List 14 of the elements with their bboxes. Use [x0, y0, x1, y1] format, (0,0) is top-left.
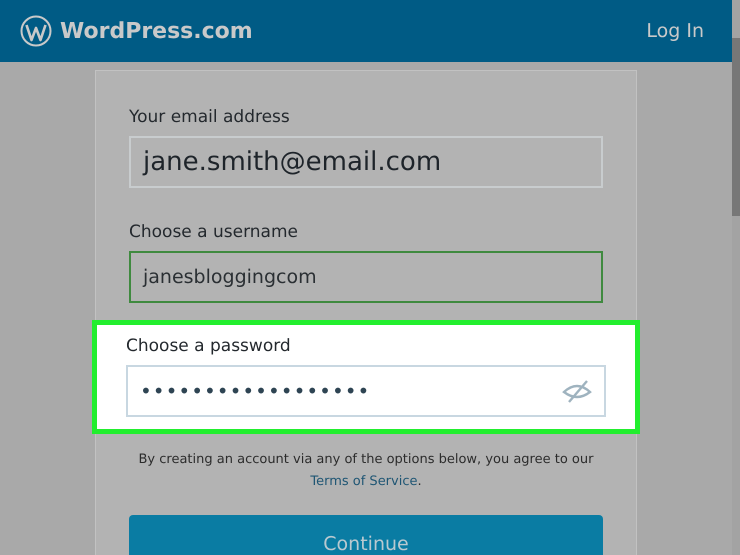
eye-slash-icon[interactable] — [562, 378, 592, 404]
field-label: Choose a password — [126, 336, 292, 356]
field-label: Your email address — [129, 107, 291, 127]
wordpress-logo-icon — [20, 15, 52, 47]
field-label: Choose a username — [129, 222, 299, 242]
period-text: . — [417, 474, 422, 489]
login-link[interactable]: Log In — [646, 20, 704, 42]
terms-link[interactable]: Terms of Service — [310, 474, 418, 489]
brand-name[interactable]: WordPress.com — [60, 18, 253, 44]
continue-button[interactable]: Continue — [129, 515, 603, 555]
scrollbar[interactable] — [732, 0, 740, 555]
input-field[interactable]: •••••••••••••••••• — [126, 365, 606, 417]
input-field[interactable]: janesbloggingcom — [129, 251, 603, 303]
terms-notice: By creating an account via any of the options below, you agree to our — [138, 452, 594, 467]
